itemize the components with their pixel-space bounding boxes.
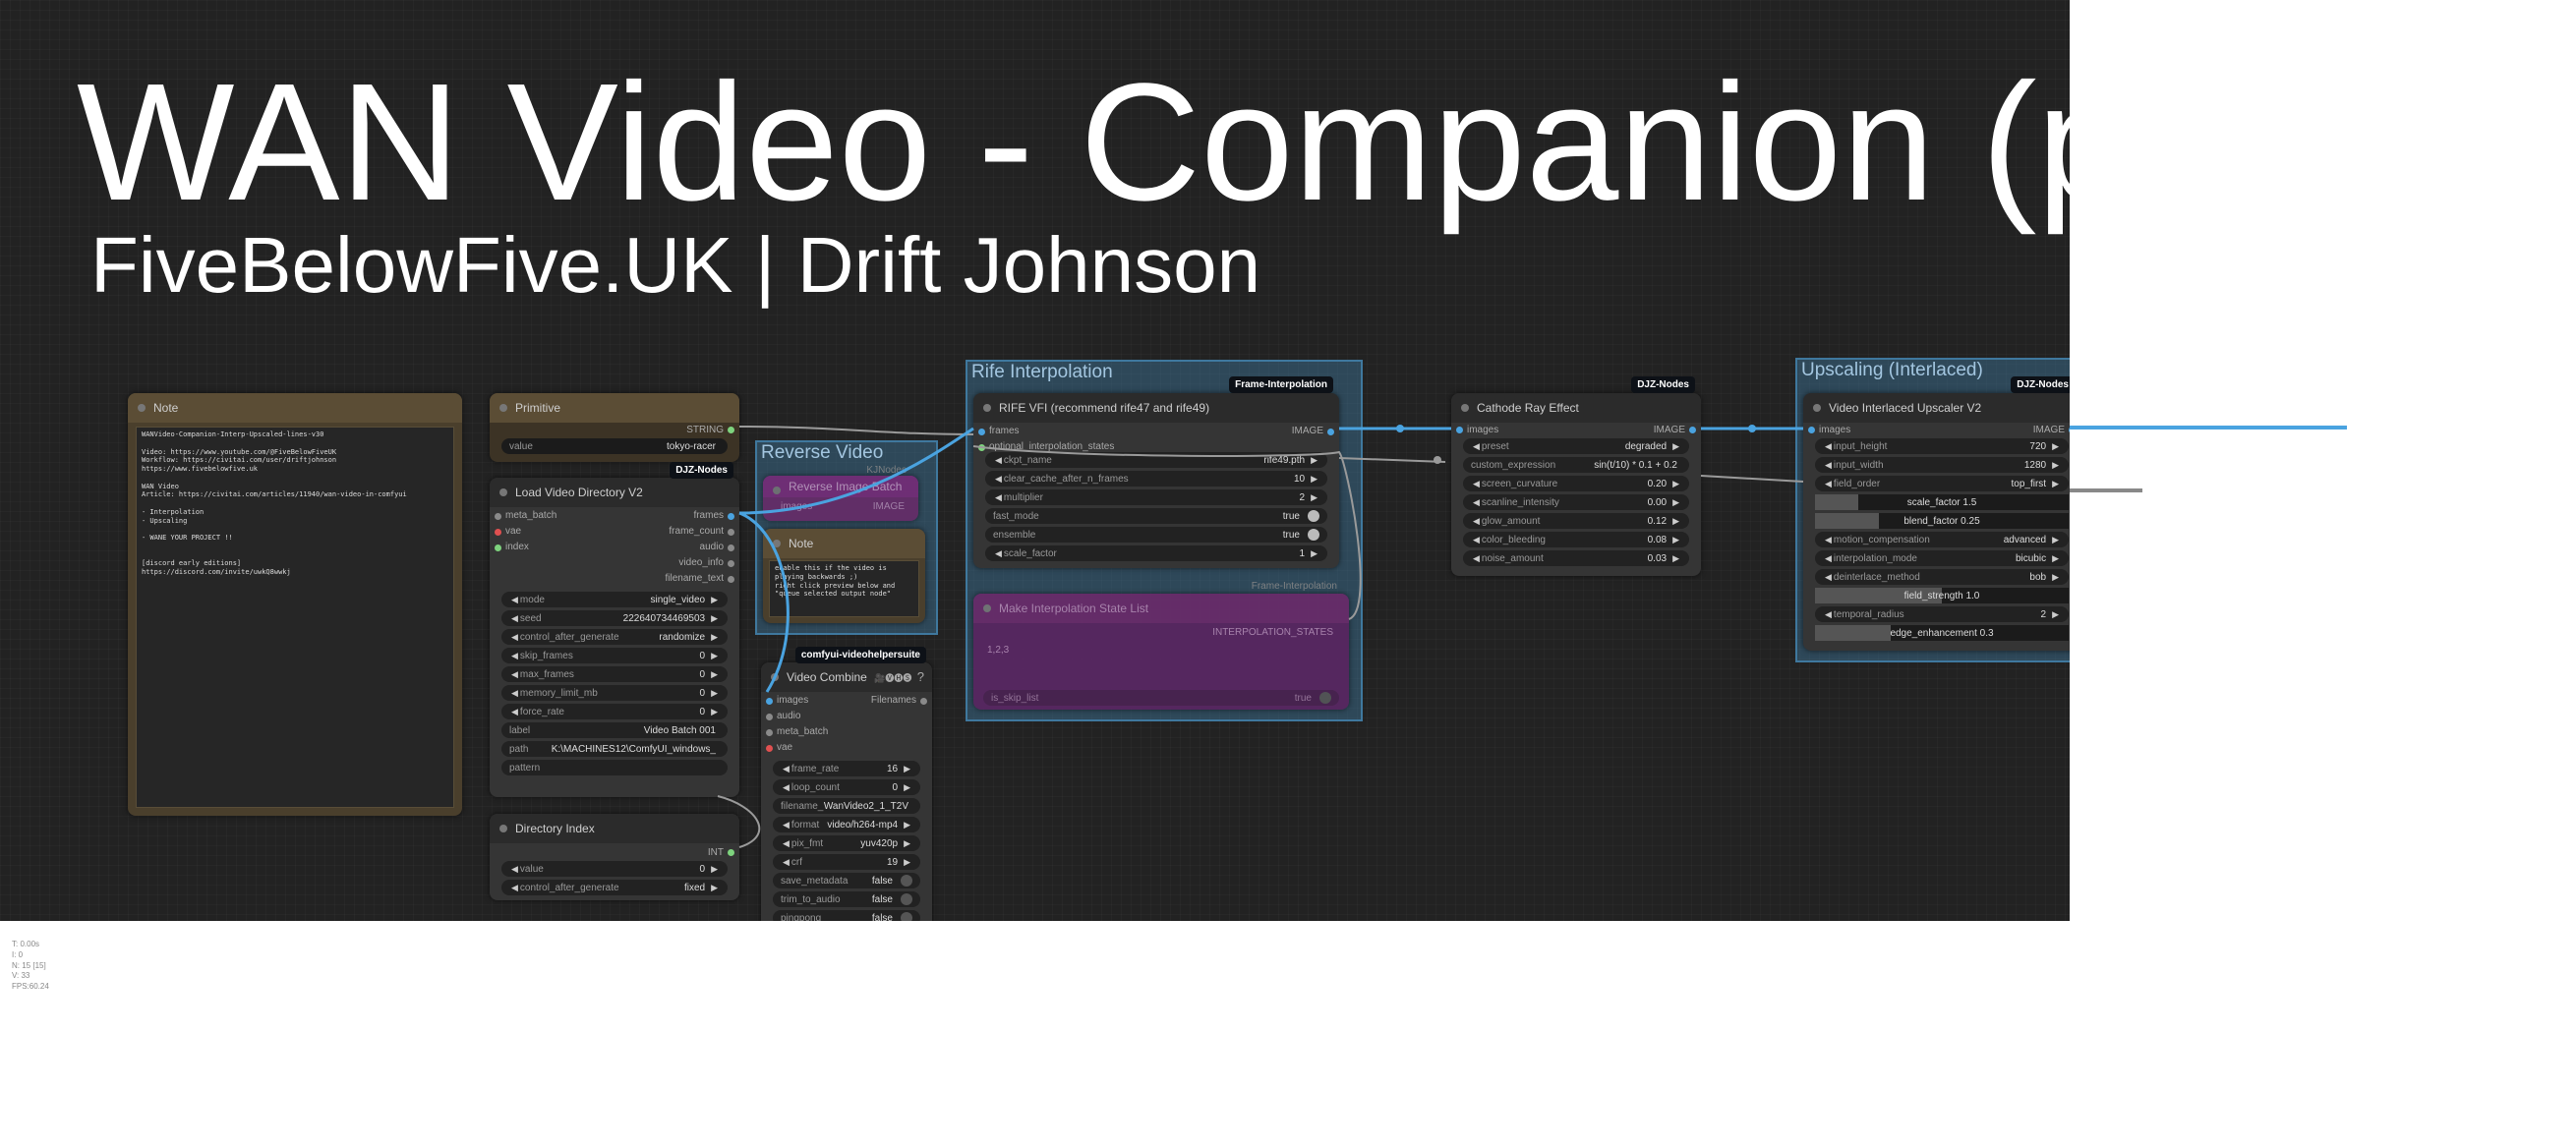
link-node-dot [1748,425,1756,432]
graph-canvas[interactable]: WAN Video - Companion (pc FiveBelowFive.… [0,0,2070,921]
stat-line: I: 0 [12,949,24,959]
output-link-extension [2070,426,2347,430]
link-index [717,795,761,848]
link-crt-mid [1338,457,1446,463]
stat-line: N: 15 [15] [12,960,46,970]
link-node-dot [1396,425,1404,432]
gray-link-extension [2070,488,2142,492]
node-links [717,425,1804,848]
link-node-dot [1434,456,1441,464]
link-frames-combine [738,511,790,693]
link-states [972,445,1362,620]
link-gray-right [1700,475,1804,483]
stat-line: V: 33 [12,971,30,981]
stat-line: FPS:60.24 [12,982,49,992]
link-frames-rife [738,427,974,515]
link-string [738,426,974,435]
render-stats: T: 0.00s I: 0 N: 15 [15] V: 33 FPS:60.24 [12,940,49,993]
stat-line: T: 0.00s [12,940,40,948]
